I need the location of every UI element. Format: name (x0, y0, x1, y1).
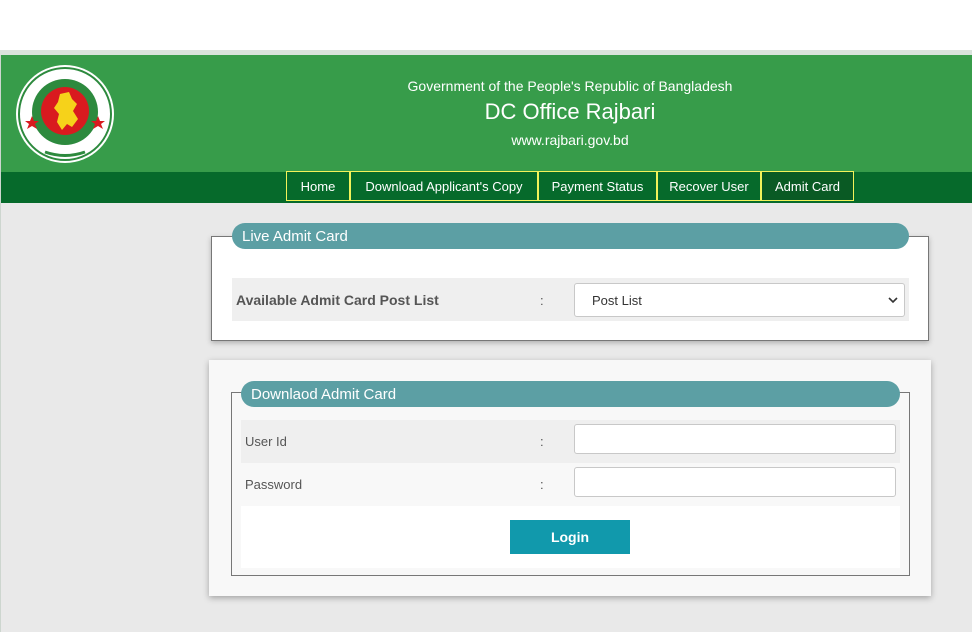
chevron-down-icon (888, 297, 898, 304)
government-heading: Government of the People's Republic of B… (407, 78, 733, 94)
nav-admit-card[interactable]: Admit Card (761, 171, 854, 201)
site-title: DC Office Rajbari (484, 99, 656, 124)
government-seal-icon (16, 65, 114, 163)
post-list-label: Available Admit Card Post List (236, 292, 439, 308)
nav-payment-status[interactable]: Payment Status (538, 171, 657, 201)
password-input[interactable] (574, 467, 896, 497)
post-list-colon: : (540, 293, 544, 308)
nav-home[interactable]: Home (286, 171, 350, 201)
site-url: www.rajbari.gov.bd (511, 132, 629, 148)
live-admit-card-legend: Live Admit Card (232, 223, 909, 249)
download-admit-card-legend: Downlaod Admit Card (241, 381, 900, 407)
nav-download-applicants-copy[interactable]: Download Applicant's Copy (350, 171, 538, 201)
top-blank-area (0, 0, 972, 50)
post-list-select-value: Post List (592, 292, 642, 308)
nav-recover-user[interactable]: Recover User (657, 171, 761, 201)
login-button[interactable]: Login (510, 520, 630, 554)
user-id-colon: : (540, 434, 544, 449)
password-label: Password (245, 477, 303, 492)
user-id-input[interactable] (574, 424, 896, 454)
post-list-select[interactable]: Post List (574, 283, 905, 317)
user-id-label: User Id (245, 434, 287, 449)
password-colon: : (540, 477, 544, 492)
left-border (0, 55, 1, 632)
